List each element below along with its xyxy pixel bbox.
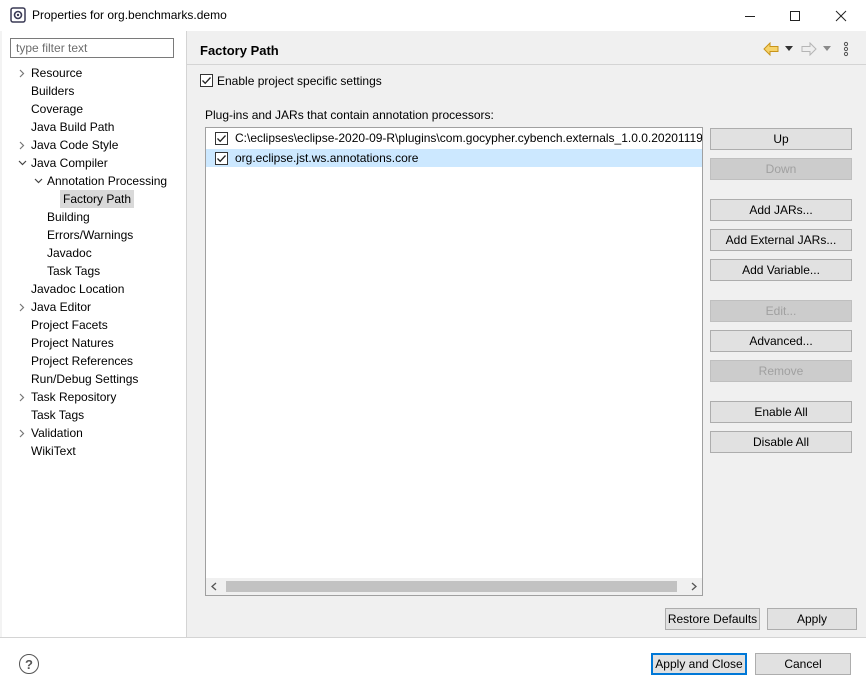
checkmark-icon	[217, 135, 226, 143]
horizontal-scrollbar[interactable]	[206, 578, 702, 595]
maximize-icon	[790, 10, 800, 21]
cancel-button[interactable]: Cancel	[755, 653, 851, 675]
tree-item-label: Task Repository	[31, 390, 117, 404]
advanced-button[interactable]: Advanced...	[710, 330, 852, 352]
tree-item-label: Coverage	[31, 102, 84, 116]
view-menu-icon[interactable]	[843, 41, 849, 57]
close-window-button[interactable]	[818, 0, 864, 31]
enable-project-settings-label[interactable]: Enable project specific settings	[217, 74, 382, 88]
entry-checkbox[interactable]	[215, 132, 228, 145]
tree-item-label: Task Tags	[31, 408, 85, 422]
eclipse-properties-icon	[10, 7, 26, 23]
enable-all-button[interactable]: Enable All	[710, 401, 852, 423]
help-icon[interactable]: ?	[19, 654, 39, 674]
tree-item-label: Building	[47, 210, 90, 224]
scroll-right-icon[interactable]	[690, 582, 698, 591]
minimize-icon	[745, 15, 755, 17]
checkmark-icon	[202, 77, 211, 85]
chevron-right-icon[interactable]	[16, 64, 28, 82]
tree-item-label: Project Natures	[31, 336, 114, 350]
factory-path-list[interactable]: C:\eclipses\eclipse-2020-09-R\plugins\co…	[205, 127, 703, 596]
back-arrow-icon[interactable]	[763, 42, 779, 56]
tree-item-label: Annotation Processing	[47, 174, 168, 188]
tree-item-label: WikiText	[31, 444, 76, 458]
down-button[interactable]: Down	[710, 158, 852, 180]
list-item[interactable]: C:\eclipses\eclipse-2020-09-R\plugins\co…	[206, 129, 702, 147]
tree-item-label: Javadoc	[47, 246, 92, 260]
window-title: Properties for org.benchmarks.demo	[32, 8, 227, 22]
remove-button[interactable]: Remove	[710, 360, 852, 382]
chevron-right-icon[interactable]	[16, 388, 28, 406]
title-separator	[187, 64, 866, 65]
tree-item-label: Task Tags	[47, 264, 101, 278]
forward-arrow-icon	[801, 42, 817, 56]
disable-all-button[interactable]: Disable All	[710, 431, 852, 453]
tree-item-label: Builders	[31, 84, 75, 98]
tree-item-label: Javadoc Location	[31, 282, 125, 296]
chevron-down-icon[interactable]	[16, 154, 28, 172]
tree-item-label: Java Compiler	[31, 156, 108, 170]
add-jars-button[interactable]: Add JARs...	[710, 199, 852, 221]
entry-label: C:\eclipses\eclipse-2020-09-R\plugins\co…	[235, 131, 703, 145]
enable-project-settings-checkbox[interactable]	[200, 74, 213, 87]
add-variable-button[interactable]: Add Variable...	[710, 259, 852, 281]
tree-item-label: Validation	[31, 426, 83, 440]
tree-item-label: Project Facets	[31, 318, 108, 332]
restore-defaults-button[interactable]: Restore Defaults	[665, 608, 760, 630]
list-item[interactable]: org.eclipse.jst.ws.annotations.core	[206, 149, 702, 167]
up-button[interactable]: Up	[710, 128, 852, 150]
chevron-down-icon[interactable]	[32, 172, 44, 190]
window-left-edge	[0, 31, 2, 637]
dialog-button-separator	[0, 637, 866, 638]
add-external-jars-button[interactable]: Add External JARs...	[710, 229, 852, 251]
chevron-right-icon[interactable]	[16, 136, 28, 154]
back-history-dropdown-icon[interactable]	[785, 46, 793, 52]
chevron-right-icon[interactable]	[16, 298, 28, 316]
checkmark-icon	[217, 155, 226, 163]
tree-item-label: Run/Debug Settings	[31, 372, 139, 386]
chevron-right-icon[interactable]	[16, 424, 28, 442]
tree-item-label: Resource	[31, 66, 83, 80]
tree-item-label: Factory Path	[60, 190, 135, 208]
apply-and-close-button[interactable]: Apply and Close	[651, 653, 747, 675]
title-bar: Properties for org.benchmarks.demo	[0, 0, 866, 31]
forward-history-dropdown-icon	[823, 46, 831, 51]
tree-item-label: Java Editor	[31, 300, 92, 314]
tree-item-label: Errors/Warnings	[47, 228, 134, 242]
scrollbar-thumb[interactable]	[226, 581, 677, 592]
maximize-button[interactable]	[772, 0, 818, 31]
close-icon	[835, 10, 847, 21]
edit-button[interactable]: Edit...	[710, 300, 852, 322]
filter-input[interactable]	[10, 38, 174, 58]
tree-item-label: Java Code Style	[31, 138, 119, 152]
scroll-left-icon[interactable]	[210, 582, 218, 591]
page-title: Factory Path	[200, 43, 279, 58]
tree-item-label: Project References	[31, 354, 134, 368]
factory-path-caption: Plug-ins and JARs that contain annotatio…	[205, 108, 494, 122]
apply-button[interactable]: Apply	[767, 608, 857, 630]
tree-item-label: Java Build Path	[31, 120, 115, 134]
entry-checkbox[interactable]	[215, 152, 228, 165]
minimize-button[interactable]	[727, 0, 773, 31]
entry-label: org.eclipse.jst.ws.annotations.core	[235, 151, 419, 165]
